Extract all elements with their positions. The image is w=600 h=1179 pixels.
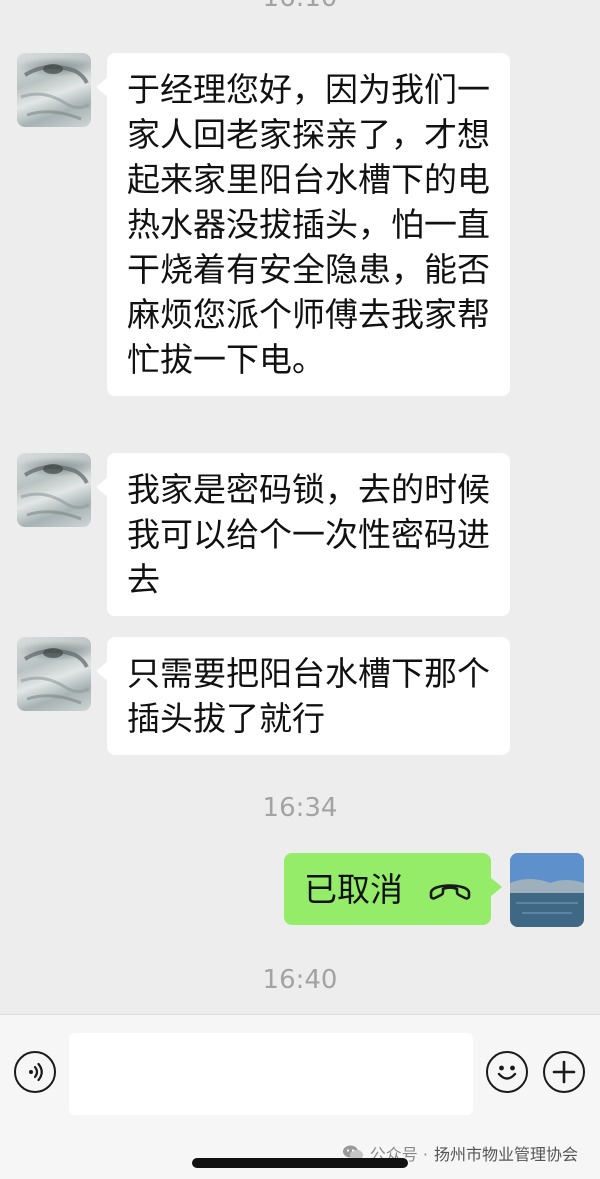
message-input[interactable] — [69, 1033, 473, 1115]
message-bubble-3[interactable]: 只需要把阳台水槽下那个插头拔了就行 — [96, 637, 510, 755]
emoji-icon — [497, 1065, 517, 1080]
plus-icon — [552, 1060, 576, 1084]
timestamp: 16:34 — [262, 793, 338, 823]
contact-avatar[interactable] — [17, 53, 91, 127]
phone-hangup-icon — [429, 884, 471, 900]
avatar-image — [20, 648, 90, 705]
call-cancelled-bubble[interactable]: 已取消 — [284, 853, 502, 925]
avatar-image — [510, 853, 584, 927]
chat-input-bar: 公众号 · 扬州市物业管理协会 — [0, 1014, 600, 1179]
avatar-image — [20, 464, 90, 521]
home-indicator[interactable] — [192, 1158, 408, 1168]
self-avatar[interactable] — [510, 853, 584, 927]
timestamp: 16:40 — [262, 965, 338, 995]
contact-avatar[interactable] — [17, 453, 91, 527]
emoji-button[interactable] — [486, 1051, 528, 1093]
message-bubble-1[interactable]: 于经理您好，因为我们一家人回老家探亲了，才想起来家里阳台水槽下的电热水器没拔插头… — [96, 53, 510, 396]
voice-icon — [29, 1062, 43, 1082]
avatar-image — [20, 64, 90, 121]
chat-screen: 16:10 于经理您好，因为我们一家人回老家探亲了，才想起来家里阳台水槽下的电热… — [0, 0, 600, 1179]
call-status-text: 已取消 — [304, 869, 403, 909]
watermark-brand: 扬州市物业管理协会 — [433, 1145, 578, 1164]
contact-avatar[interactable] — [17, 637, 91, 711]
timestamp-top: 16:10 — [0, 0, 600, 14]
message-bubble-2[interactable]: 我家是密码锁，去的时候我可以给个一次性密码进去 — [96, 453, 510, 616]
plus-button[interactable] — [543, 1051, 585, 1093]
voice-button[interactable] — [14, 1051, 56, 1093]
